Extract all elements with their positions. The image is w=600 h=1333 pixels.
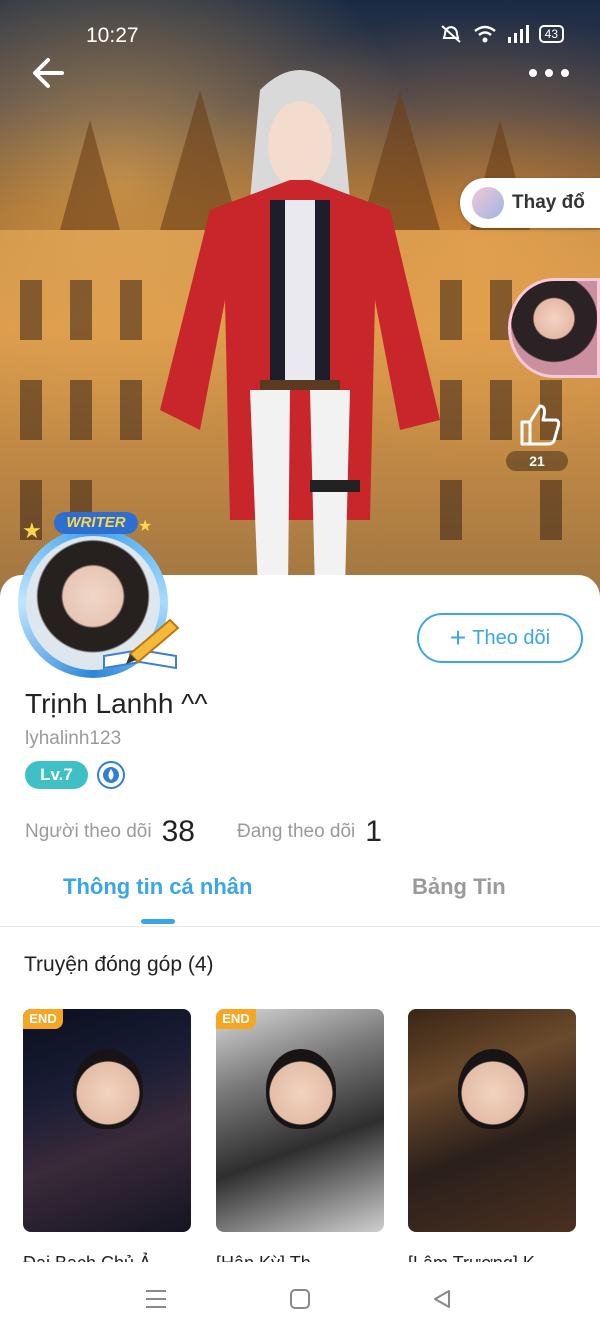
- story-title[interactable]: [Lâm Trương] K...: [408, 1250, 576, 1262]
- system-navigation-bar: [0, 1265, 600, 1333]
- drop-badge: [97, 761, 125, 789]
- story-cover-image: [266, 1049, 336, 1129]
- story-title[interactable]: Đại Bạch Chủ Ả...: [23, 1250, 191, 1262]
- story-title[interactable]: [Hân Kỳ] Th...: [216, 1250, 384, 1262]
- back-arrow-icon: [33, 58, 64, 88]
- tab-personal-info[interactable]: Thông tin cá nhân: [63, 874, 252, 900]
- home-square-icon: [290, 1289, 310, 1309]
- plus-icon: +: [449, 622, 467, 653]
- writer-badge: WRITER: [54, 512, 138, 534]
- drop-icon: [103, 767, 119, 783]
- visitor-avatar[interactable]: [508, 278, 600, 378]
- profile-cover: 10:27 43 Thay đổ 21: [0, 0, 600, 600]
- system-back-button[interactable]: [426, 1283, 458, 1315]
- story-card[interactable]: END: [23, 1009, 191, 1232]
- avatar-character-image: [160, 70, 440, 590]
- pen-book-icon: [103, 618, 180, 670]
- home-button[interactable]: [284, 1283, 316, 1315]
- change-outfit-label: Thay đổ: [512, 192, 585, 213]
- contributed-stories-title: Truyện đóng góp (4): [24, 953, 214, 976]
- menu-button[interactable]: [140, 1283, 172, 1315]
- thumbs-up-icon: [520, 404, 561, 446]
- profile-display-name: Trịnh Lanhh ^^: [25, 688, 208, 719]
- more-icon: [529, 69, 537, 77]
- story-card[interactable]: END: [216, 1009, 384, 1232]
- story-cover-image: [73, 1049, 143, 1129]
- profile-username: lyhalinh123: [25, 728, 122, 749]
- like-button[interactable]: [514, 400, 564, 450]
- end-badge: END: [23, 1009, 63, 1029]
- star-icon: ★: [138, 518, 153, 535]
- tab-news-feed[interactable]: Bảng Tin: [412, 874, 506, 900]
- active-tab-indicator: [141, 919, 175, 924]
- change-outfit-button[interactable]: Thay đổ: [460, 178, 600, 228]
- more-options-button[interactable]: [526, 62, 572, 84]
- following-label[interactable]: Đang theo dõi: [237, 821, 355, 843]
- status-bar: 10:27 43: [0, 0, 600, 72]
- signal-icon: [507, 25, 529, 43]
- story-cover-image: [458, 1049, 528, 1129]
- followers-label[interactable]: Người theo dõi: [25, 821, 152, 843]
- back-triangle-icon: [434, 1290, 450, 1308]
- mute-icon: [440, 25, 461, 43]
- back-button[interactable]: [26, 50, 72, 96]
- follow-button[interactable]: + Theo dõi: [417, 613, 583, 663]
- outfit-thumbnail: [472, 187, 504, 219]
- status-icons: 43: [439, 24, 564, 44]
- story-card[interactable]: [408, 1009, 576, 1232]
- level-badge: Lv.7: [25, 761, 88, 789]
- menu-icon: [146, 1290, 166, 1308]
- profile-tabs: Thông tin cá nhân Bảng Tin: [0, 864, 600, 927]
- profile-avatar[interactable]: WRITER ★ ★: [6, 512, 186, 678]
- like-count: 21: [506, 451, 568, 471]
- battery-icon: 43: [538, 25, 564, 43]
- wifi-icon: [473, 25, 496, 43]
- follow-label: Theo dõi: [472, 626, 551, 649]
- star-icon: ★: [22, 518, 42, 543]
- followers-count[interactable]: 38: [162, 815, 195, 849]
- follow-stats: Người theo dõi 38 Đang theo dõi 1: [25, 812, 382, 852]
- following-count[interactable]: 1: [365, 815, 382, 849]
- status-time: 10:27: [86, 24, 139, 47]
- end-badge: END: [216, 1009, 256, 1029]
